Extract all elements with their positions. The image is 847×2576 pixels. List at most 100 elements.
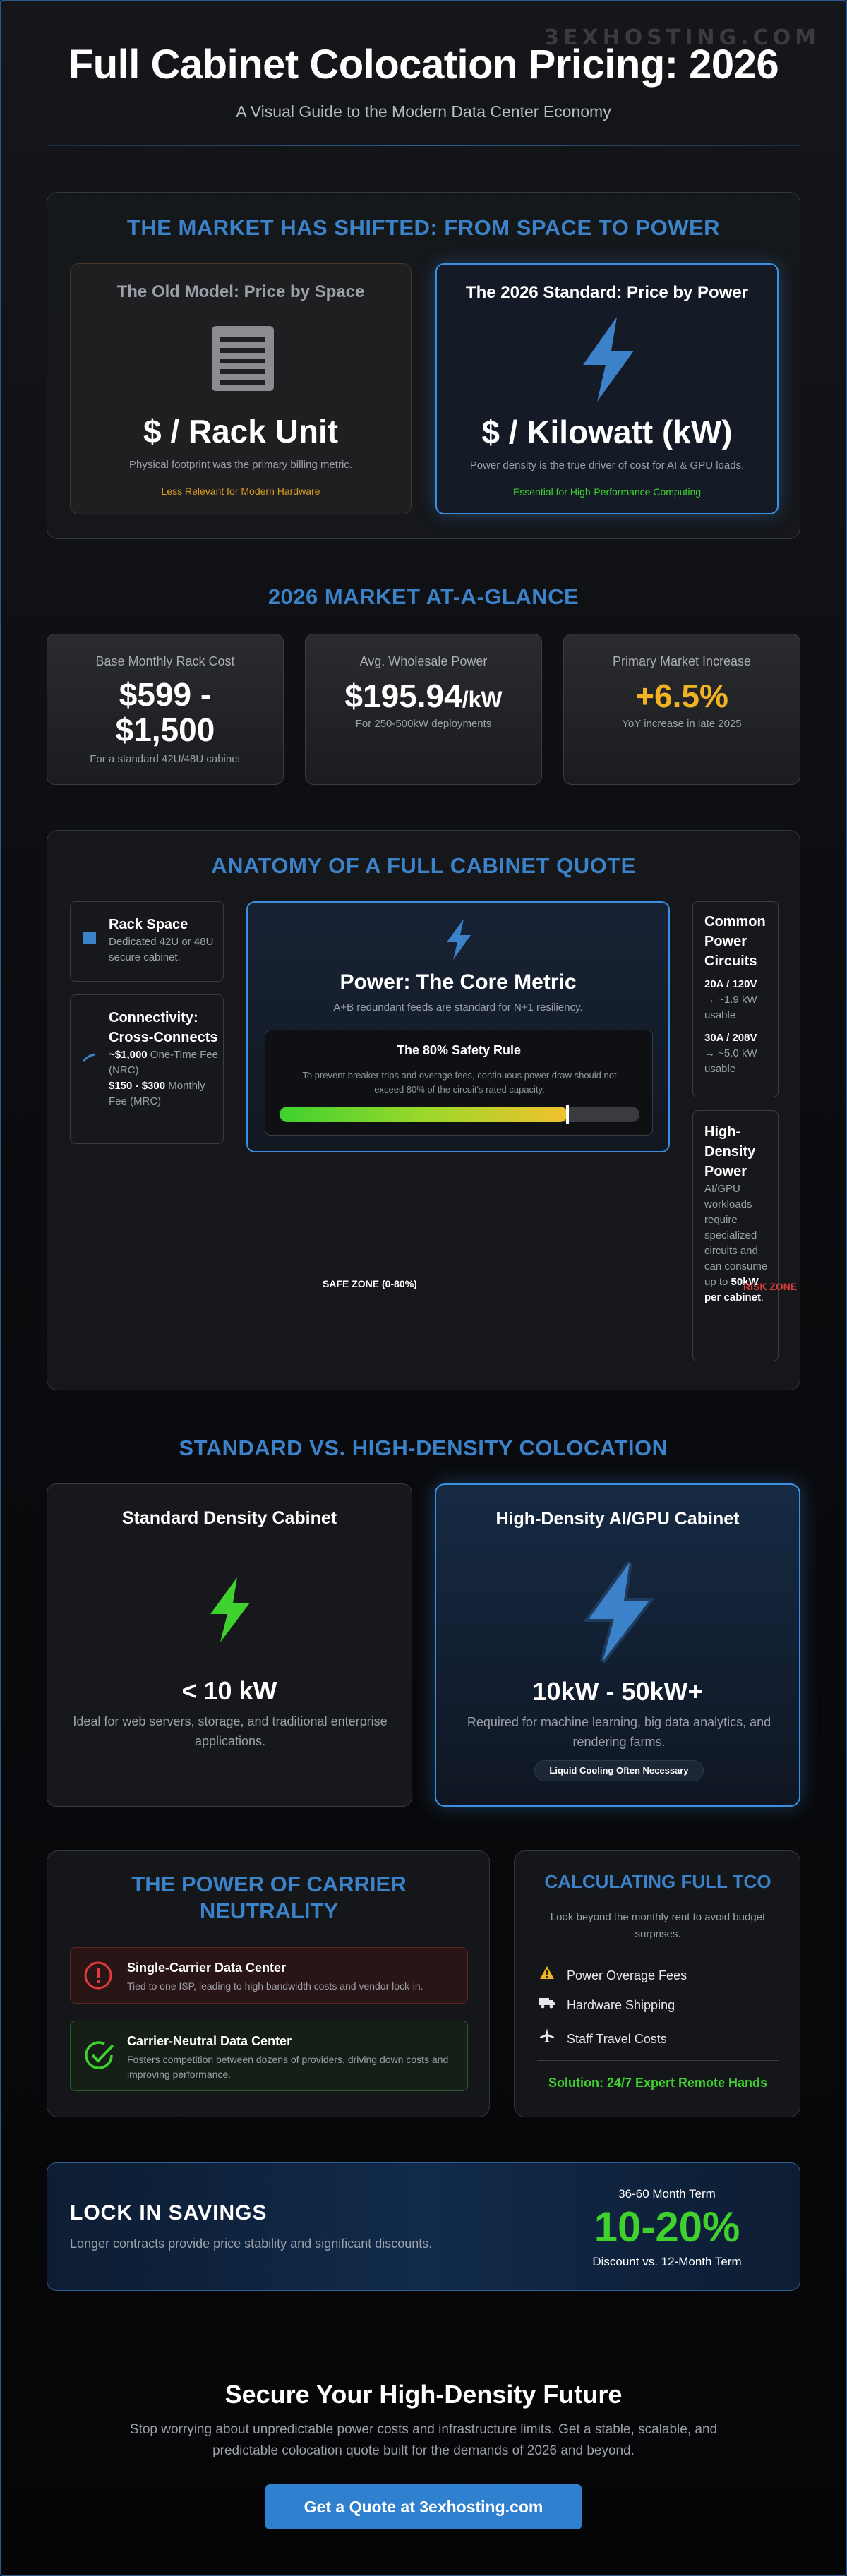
stat-value: $599 - [119, 676, 212, 713]
divider [47, 145, 800, 146]
card-title: High-Density AI/GPU Cabinet [495, 1509, 740, 1529]
page-title: Full Cabinet Colocation Pricing: 2026 [68, 42, 779, 88]
stat-label: Avg. Wholesale Power [359, 654, 488, 668]
card-title: Common Power Circuits [704, 914, 766, 969]
section-title: THE POWER OF CARRIER NEUTRALITY [131, 1872, 407, 1923]
card-title: The 2026 Standard: Price by Power [465, 283, 749, 302]
check-circle-icon [83, 2040, 116, 2072]
safety-bar-fill [280, 1107, 567, 1122]
glance-title: 2026 MARKET AT-A-GLANCE [268, 584, 579, 609]
rack-square-icon [83, 932, 96, 944]
standard-density-card: Standard Density Cabinet < 10 kW Ideal f… [47, 1483, 412, 1807]
single-carrier-alert: Single-Carrier Data Center Tied to one I… [70, 1947, 468, 2004]
stat-note: YoY increase in late 2025 [622, 718, 742, 730]
safety-threshold-marker [566, 1105, 569, 1124]
tco-item-shipping: Hardware Shipping [537, 1997, 675, 2013]
card-description: Power density is the true driver of cost… [469, 459, 745, 471]
section-title: CALCULATING FULL TCO [544, 1871, 771, 1892]
card-title: High-Density Power [704, 1124, 756, 1179]
get-quote-button[interactable]: Get a Quote at 3exhosting.com [265, 2484, 582, 2529]
card-description: Dedicated 42U or 48U secure cabinet. [109, 936, 214, 963]
relevance-tag: Less Relevant for Modern Hardware [161, 486, 320, 497]
high-density-power-card: High-Density Power AI/GPU workloads requ… [692, 1110, 779, 1361]
anatomy-section: ANATOMY OF A FULL CABINET QUOTE Rack Spa… [47, 830, 800, 1390]
high-density-card: High-Density AI/GPU Cabinet 10kW - 50kW+… [435, 1483, 800, 1807]
power-core-card: Power: The Core Metric A+B redundant fee… [246, 901, 670, 1152]
stat-value-wrap: $195.94/kW [306, 677, 541, 718]
cta-description: Stop worrying about unpredictable power … [129, 2422, 718, 2458]
card-title: Connectivity: Cross-Connects [109, 1010, 218, 1045]
liquid-cooling-badge: Liquid Cooling Often Necessary [534, 1760, 704, 1781]
stat-value: $195.94 [344, 678, 462, 714]
stat-note: For a standard 42U/48U cabinet [90, 753, 241, 765]
new-standard-card: The 2026 Standard: Price by Power $ / Ki… [435, 263, 779, 514]
tco-item-travel: Staff Travel Costs [537, 2028, 667, 2047]
stat-value-line2: $1,500 [115, 711, 215, 748]
alert-title: Single-Carrier Data Center [127, 1961, 287, 1975]
cta-title: Secure Your High-Density Future [224, 2380, 623, 2409]
density-value: < 10 kW [181, 1676, 277, 1705]
metric-label: $ / Rack Unit [143, 413, 339, 450]
circuit-30a-label: 30A / 208V [704, 1032, 757, 1044]
carrier-neutral-alert: Carrier-Neutral Data Center Fosters comp… [70, 2021, 468, 2091]
market-shift-section: THE MARKET HAS SHIFTED: FROM SPACE TO PO… [47, 192, 800, 539]
old-model-card: The Old Model: Price by Space $ / Rack U… [70, 263, 412, 514]
stat-card-wholesale-power: Avg. Wholesale Power $195.94/kW For 250-… [305, 634, 542, 785]
alert-title: Carrier-Neutral Data Center [127, 2034, 292, 2048]
alert-description: Tied to one ISP, leading to high bandwid… [127, 1980, 424, 1992]
divider [537, 2060, 779, 2061]
cable-icon [82, 1050, 96, 1064]
stat-value: +6.5% [635, 678, 728, 714]
banner-title: LOCK IN SAVINGS [70, 2201, 268, 2225]
stat-card-rack-cost: Base Monthly Rack Cost $599 - $1,500 For… [47, 634, 284, 785]
tco-section: CALCULATING FULL TCO Look beyond the mon… [514, 1850, 800, 2117]
rack-server-icon [209, 325, 277, 392]
card-description: Required for machine learning, big data … [467, 1715, 771, 1749]
circuit-20a-desc: → ~1.9 kW usable [704, 994, 757, 1021]
lightning-bolt-icon [573, 315, 644, 403]
airplane-icon [537, 2028, 557, 2047]
rule-title: The 80% Safety Rule [396, 1043, 522, 1057]
stat-note: For 250-500kW deployments [355, 718, 492, 730]
density-title: STANDARD VS. HIGH-DENSITY COLOCATION [179, 1436, 668, 1460]
carrier-neutrality-section: THE POWER OF CARRIER NEUTRALITY Single-C… [47, 1850, 490, 2117]
nrc-fee: ~$1,000 One-Time Fee (NRC) [109, 1049, 218, 1076]
metric-label: $ / Kilowatt (kW) [481, 414, 733, 450]
safety-rule-box: The 80% Safety Rule To prevent breaker t… [265, 1030, 653, 1136]
stat-label: Primary Market Increase [612, 654, 752, 668]
lightning-bolt-icon [443, 918, 475, 961]
tco-solution: Solution: 24/7 Expert Remote Hands [548, 2076, 768, 2090]
circuit-20a-label: 20A / 120V [704, 978, 757, 990]
rack-space-card: Rack Space Dedicated 42U or 48U secure c… [70, 901, 224, 982]
risk-zone-label: RISK ZONE [743, 1281, 798, 1292]
card-description: A+B redundant feeds are standard for N+1… [333, 1001, 583, 1013]
lock-in-savings-banner: LOCK IN SAVINGS Longer contracts provide… [47, 2162, 800, 2291]
mrc-fee: $150 - $300 Monthly Fee (MRC) [109, 1080, 205, 1107]
card-title: Power: The Core Metric [340, 970, 577, 994]
contract-term: 36-60 Month Term [618, 2187, 716, 2201]
discount-value: 10-20% [594, 2203, 740, 2251]
alert-description: Fosters competition between dozens of pr… [127, 2054, 449, 2080]
safe-zone-label: SAFE ZONE (0-80%) [323, 1278, 417, 1289]
lightning-bolt-icon [580, 1560, 658, 1663]
power-circuits-card: Common Power Circuits 20A / 120V → ~1.9 … [692, 901, 779, 1097]
stat-unit: /kW [462, 687, 503, 712]
card-title: Rack Space [109, 917, 188, 932]
section-description: Look beyond the monthly rent to avoid bu… [550, 1911, 766, 1940]
safety-bar-track [280, 1105, 639, 1124]
connectivity-card: Connectivity: Cross-Connects ~$1,000 One… [70, 994, 224, 1144]
circuit-30a-desc: → ~5.0 kW usable [704, 1047, 757, 1075]
lightning-bolt-icon [205, 1576, 256, 1644]
card-title: Standard Density Cabinet [121, 1508, 337, 1528]
rule-description: To prevent breaker trips and overage fee… [302, 1070, 617, 1095]
density-value: 10kW - 50kW+ [532, 1677, 703, 1706]
stat-label: Base Monthly Rack Cost [95, 654, 235, 668]
banner-description: Longer contracts provide price stability… [70, 2237, 433, 2251]
warning-triangle-icon [537, 1966, 557, 1983]
warning-circle-icon [83, 1961, 113, 1990]
stat-card-market-increase: Primary Market Increase +6.5% YoY increa… [563, 634, 800, 785]
tco-item-overage: Power Overage Fees [537, 1966, 687, 1983]
page-subtitle: A Visual Guide to the Modern Data Center… [236, 102, 611, 121]
card-title: The Old Model: Price by Space [116, 282, 365, 301]
section-title: ANATOMY OF A FULL CABINET QUOTE [211, 853, 636, 878]
